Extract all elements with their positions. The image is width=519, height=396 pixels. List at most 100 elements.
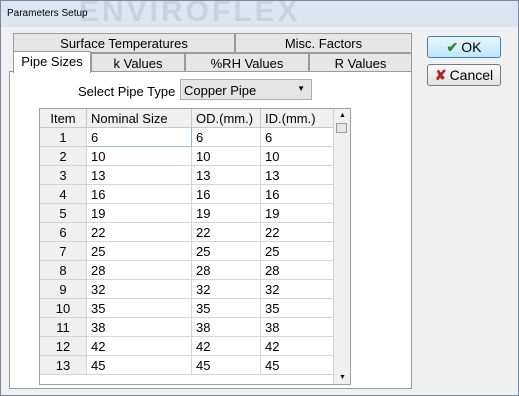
table-row[interactable]: 13 45 45 45 [40,355,339,375]
table-row[interactable]: 7 25 25 25 [40,241,339,261]
table-cell[interactable]: 45 [86,355,192,375]
ok-button-label: OK [461,39,482,55]
table-cell[interactable]: 32 [191,279,261,299]
table-row[interactable]: 11 38 38 38 [40,317,339,337]
table-row[interactable]: 2 10 10 10 [40,146,339,166]
table-cell[interactable]: 42 [86,336,192,356]
table-cell[interactable]: 19 [260,203,339,223]
row-number-cell: 5 [40,203,87,223]
row-number-cell: 13 [40,355,87,375]
tab-k-values[interactable]: k Values [91,53,185,73]
table-cell[interactable]: 10 [260,146,339,166]
table-cell[interactable]: 32 [86,279,192,299]
column-header[interactable]: Nominal Size [86,109,192,128]
table-cell[interactable]: 42 [260,336,339,356]
table-cell[interactable]: 10 [86,146,192,166]
table-row[interactable]: 1666 [40,127,339,147]
pipe-sizes-panel: Select Pipe Type Copper Pipe ▼ Item Nomi… [9,71,412,389]
title-bar[interactable]: ENVIROFLEX Parameters Setup [1,0,518,28]
tab-pipe-sizes[interactable]: Pipe Sizes [13,51,91,73]
grid-header-row: Item Nominal Size OD.(mm.) ID.(mm.) [40,109,339,128]
table-cell[interactable]: 25 [191,241,261,261]
row-number-cell: 4 [40,184,87,204]
table-cell[interactable]: 6 [260,127,339,147]
x-icon: ✘ [434,66,447,83]
scroll-down-icon[interactable]: ▼ [339,374,346,381]
table-cell[interactable]: 38 [191,317,261,337]
table-cell[interactable]: 22 [191,222,261,242]
tab-surface-temperatures[interactable]: Surface Temperatures [13,33,235,53]
chevron-down-icon: ▼ [297,84,305,93]
scroll-up-icon[interactable]: ▲ [339,112,346,119]
watermark-logo: ENVIROFLEX [79,0,301,28]
ok-button[interactable]: ✔ OK [427,36,501,58]
row-number-cell: 2 [40,146,87,166]
pipe-sizes-grid[interactable]: Item Nominal Size OD.(mm.) ID.(mm.) 1666… [39,108,351,385]
table-cell[interactable]: 16 [260,184,339,204]
tab-rh-values[interactable]: %RH Values [185,53,309,73]
row-number-cell: 11 [40,317,87,337]
dialog-client-area: Surface Temperatures Misc. Factors k Val… [9,27,510,389]
table-row[interactable]: 12 42 42 42 [40,336,339,356]
tab-label: R Values [334,56,387,71]
table-cell[interactable]: 6 [86,127,192,147]
table-cell[interactable]: 28 [260,260,339,280]
table-row[interactable]: 10 35 35 35 [40,298,339,318]
table-cell[interactable]: 38 [86,317,192,337]
row-number-cell: 12 [40,336,87,356]
table-row[interactable]: 9 32 32 32 [40,279,339,299]
column-header[interactable]: Item [40,109,87,128]
table-cell[interactable]: 25 [86,241,192,261]
table-cell[interactable]: 28 [86,260,192,280]
table-cell[interactable]: 45 [191,355,261,375]
tab-label: Pipe Sizes [21,54,83,69]
tab-r-values[interactable]: R Values [309,53,412,73]
table-cell[interactable]: 28 [191,260,261,280]
row-number-cell: 9 [40,279,87,299]
cancel-button[interactable]: ✘ Cancel [427,64,501,86]
table-cell[interactable]: 19 [191,203,261,223]
table-cell[interactable]: 6 [191,127,261,147]
row-number-cell: 6 [40,222,87,242]
tab-label: Misc. Factors [284,36,363,51]
table-cell[interactable]: 22 [86,222,192,242]
table-row[interactable]: 4 16 16 16 [40,184,339,204]
row-number-cell: 8 [40,260,87,280]
table-cell[interactable]: 22 [260,222,339,242]
table-cell[interactable]: 19 [86,203,192,223]
column-header[interactable]: ID.(mm.) [260,109,339,128]
tab-label: k Values [113,56,163,71]
table-row[interactable]: 5 19 19 19 [40,203,339,223]
cancel-button-label: Cancel [449,67,494,83]
vertical-scrollbar[interactable]: ▲ ▼ [333,109,350,384]
scroll-thumb[interactable] [336,123,347,133]
table-cell[interactable]: 13 [86,165,192,185]
table-cell[interactable]: 35 [191,298,261,318]
parameters-setup-window: ENVIROFLEX Parameters Setup Surface Temp… [0,0,519,396]
table-cell[interactable]: 16 [86,184,192,204]
window-title: Parameters Setup [7,8,88,19]
row-number-cell: 7 [40,241,87,261]
table-cell[interactable]: 10 [191,146,261,166]
table-row[interactable]: 8 28 28 28 [40,260,339,280]
pipe-sizes-table: Item Nominal Size OD.(mm.) ID.(mm.) 1666… [40,109,339,375]
table-cell[interactable]: 35 [86,298,192,318]
table-cell[interactable]: 35 [260,298,339,318]
pipe-type-dropdown[interactable]: Copper Pipe ▼ [180,79,312,100]
table-cell[interactable]: 42 [191,336,261,356]
column-header[interactable]: OD.(mm.) [191,109,261,128]
tab-label: %RH Values [210,56,284,71]
table-cell[interactable]: 45 [260,355,339,375]
table-row[interactable]: 6 22 22 22 [40,222,339,242]
table-cell[interactable]: 32 [260,279,339,299]
table-cell[interactable]: 38 [260,317,339,337]
pipe-type-value: Copper Pipe [184,83,257,98]
table-cell[interactable]: 16 [191,184,261,204]
table-cell[interactable]: 13 [191,165,261,185]
table-cell[interactable]: 13 [260,165,339,185]
row-number-cell: 1 [40,127,87,147]
table-row[interactable]: 3 13 13 13 [40,165,339,185]
tab-misc-factors[interactable]: Misc. Factors [235,33,412,53]
checkmark-icon: ✔ [446,38,459,55]
table-cell[interactable]: 25 [260,241,339,261]
